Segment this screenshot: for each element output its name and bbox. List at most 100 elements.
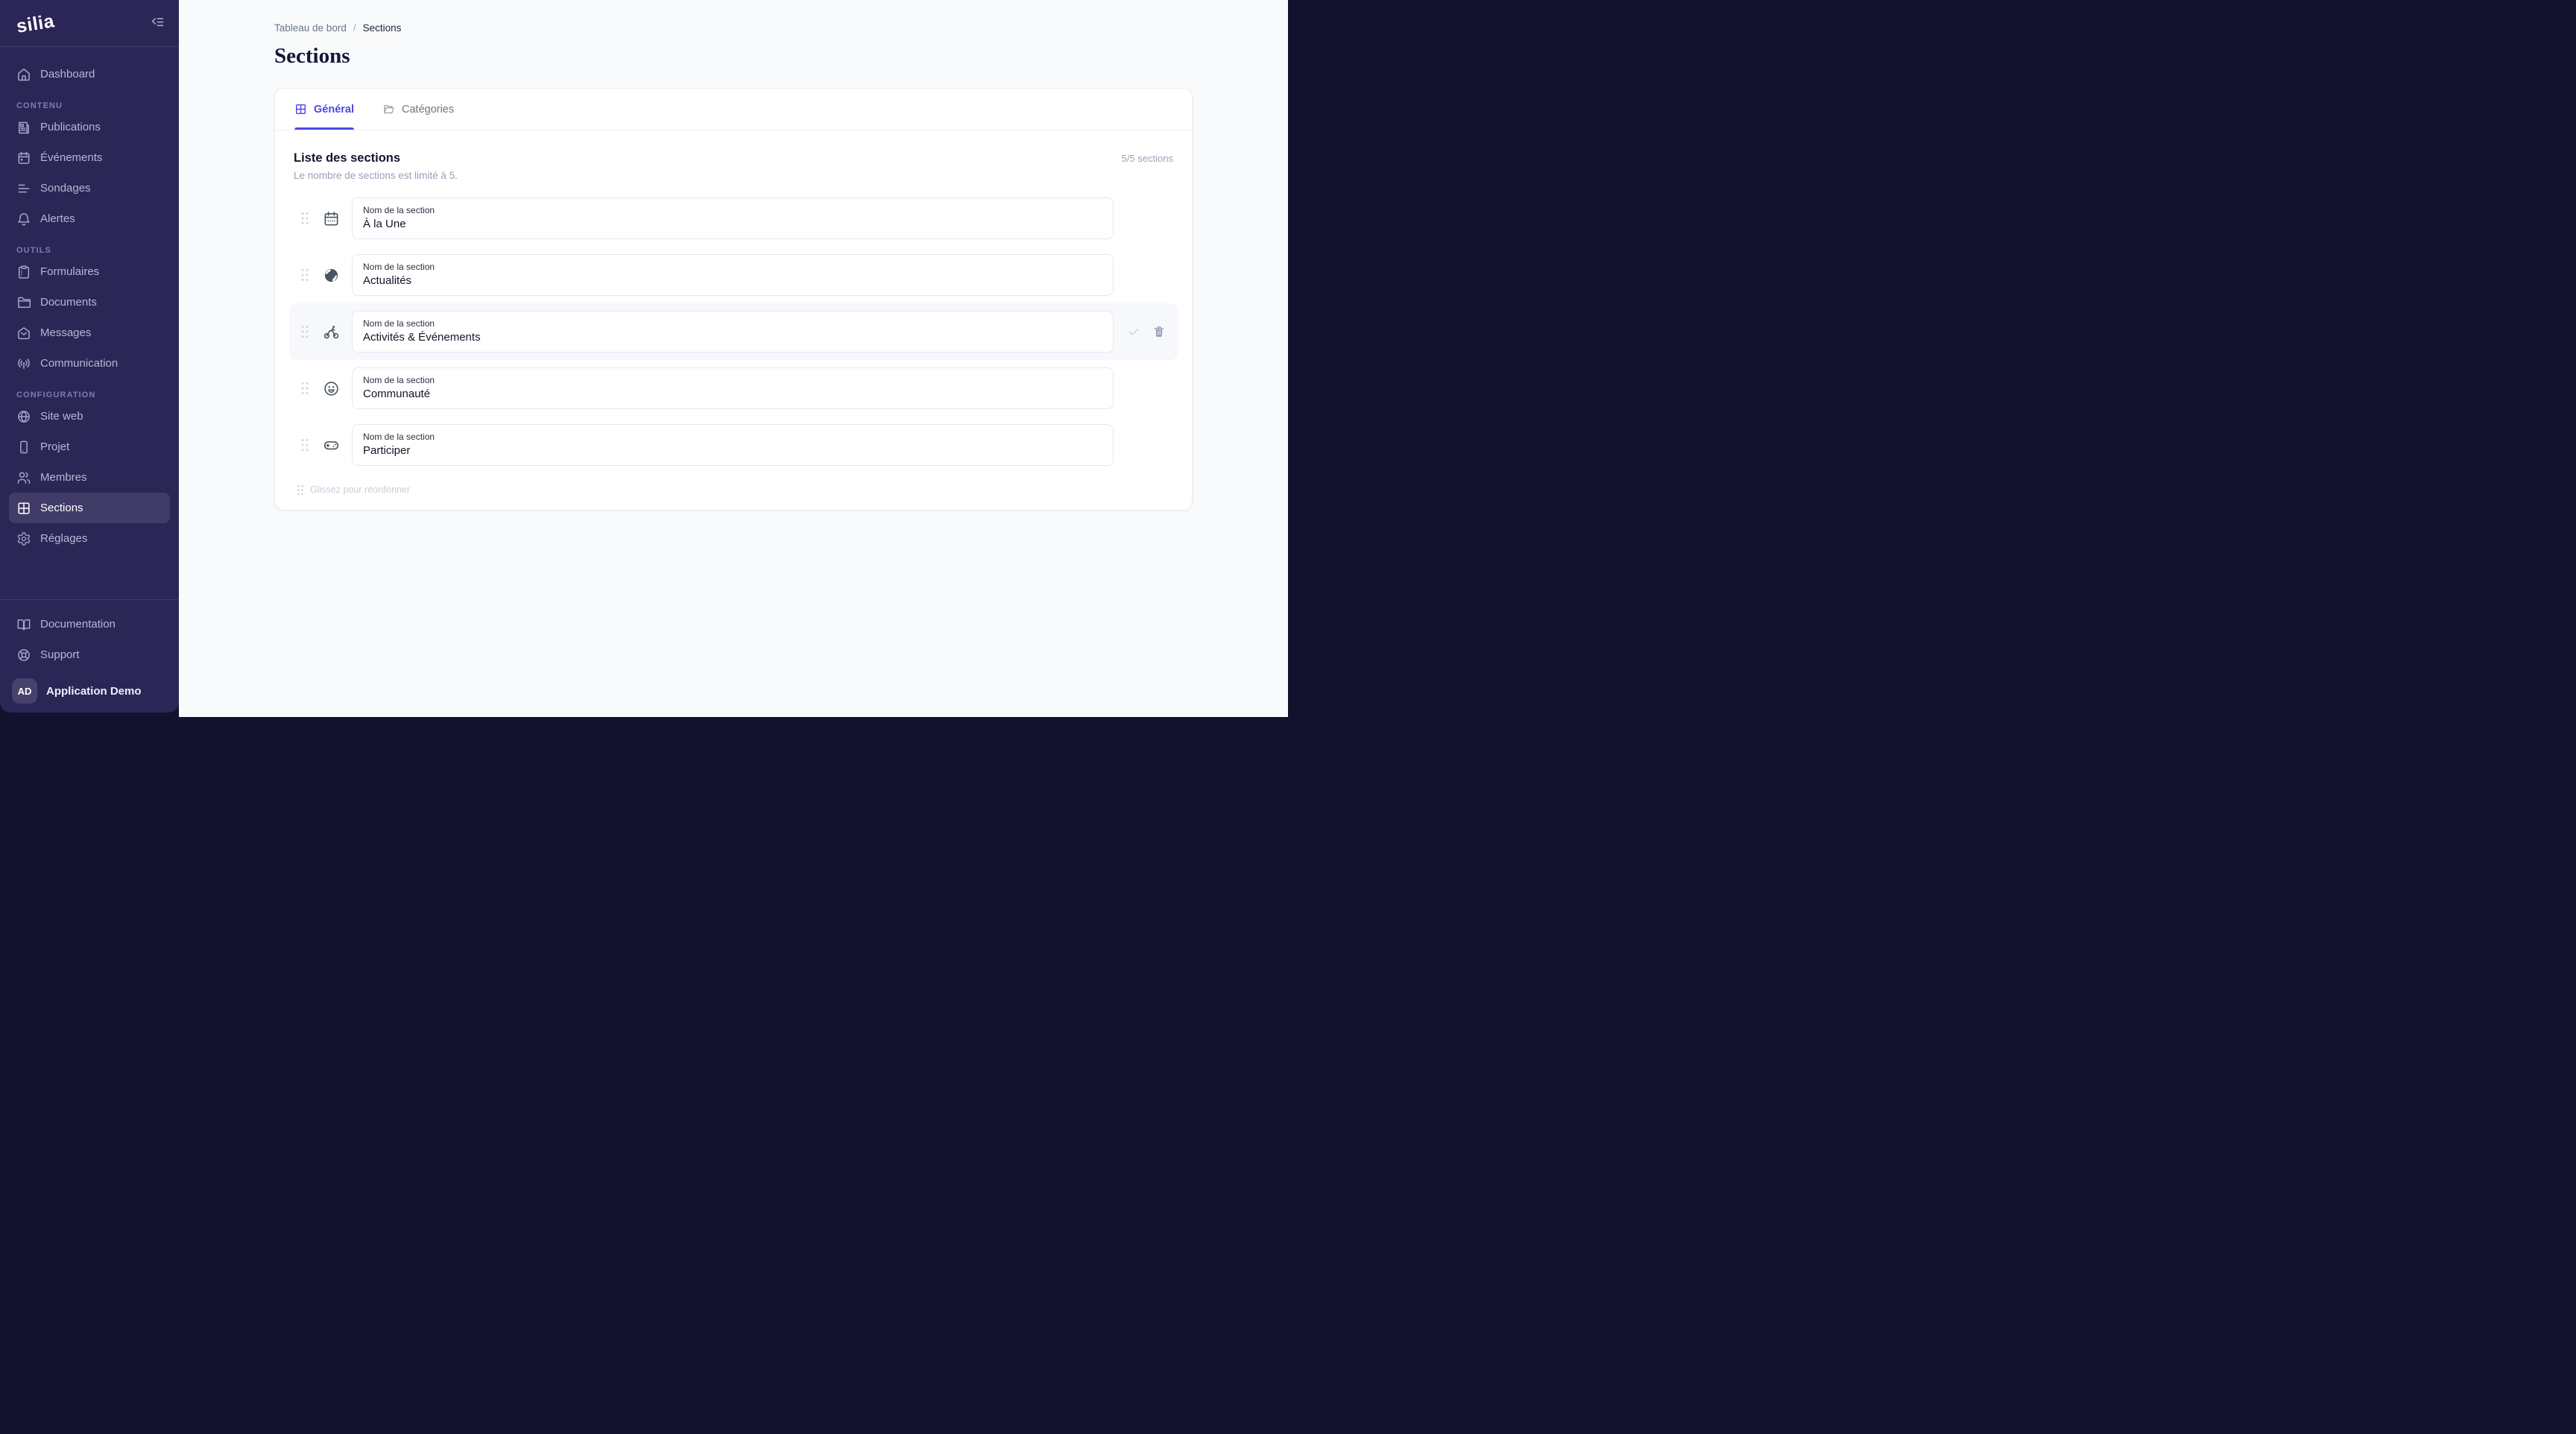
breadcrumb: Tableau de bord / Sections [274,0,1288,34]
sidebar-item-label: Dashboard [40,68,95,80]
section-row-highlighted: Nom de la section Activités & Événements [289,303,1178,360]
user-menu[interactable]: AD Application Demo [9,676,170,706]
calendar-icon [322,209,340,227]
row-actions [1114,325,1173,338]
sidebar-item-alertes[interactable]: Alertes [9,203,170,234]
sidebar-item-label: Réglages [40,532,87,545]
sidebar-item-label: Publications [40,121,101,133]
sections-list: Nom de la section À la Une Nom de la sec… [294,190,1173,473]
sidebar-nav: Dashboard CONTENU Publications Événement… [0,47,179,599]
sidebar-item-formulaires[interactable]: Formulaires [9,256,170,287]
sidebar-section-contenu: CONTENU [16,100,162,112]
field-value: Participer [363,444,1102,457]
reorder-hint: Glissez pour réordonner [296,484,1173,496]
sidebar-section-configuration: CONFIGURATION [16,389,162,401]
sidebar-item-label: Formulaires [40,265,99,278]
drag-handle-icon[interactable] [300,268,310,282]
earth-icon [322,266,340,284]
sidebar-item-reglages[interactable]: Réglages [9,523,170,554]
app-root: silia Dashboard CONTENU Publications Évé… [0,0,1288,717]
page-title: Sections [274,45,1288,67]
sidebar-item-publications[interactable]: Publications [9,112,170,142]
life-buoy-icon [16,648,31,663]
sidebar-item-documents[interactable]: Documents [9,287,170,318]
clipboard-icon [16,265,31,279]
field-label: Nom de la section [363,318,1102,329]
silia-logo: silia [15,10,56,38]
poll-lines-icon [16,181,31,196]
sidebar-item-communication[interactable]: Communication [9,348,170,379]
sidebar-section-outils: OUTILS [16,244,162,256]
sections-card: Général Catégories Liste des sections 5/… [274,88,1193,511]
confirm-icon[interactable] [1127,325,1140,338]
sidebar-item-label: Documents [40,296,97,309]
sidebar-item-sections[interactable]: Sections [9,493,170,523]
section-name-input[interactable]: Nom de la section Participer [352,424,1114,466]
section-name-input[interactable]: Nom de la section Activités & Événements [352,311,1114,353]
reorder-hint-text: Glissez pour réordonner [310,484,410,495]
drag-dots-icon [296,484,305,496]
sidebar-item-site-web[interactable]: Site web [9,401,170,432]
sidebar-item-label: Projet [40,440,69,453]
tab-general[interactable]: Général [294,89,354,130]
field-value: Activités & Événements [363,331,1102,344]
broadcast-icon [16,356,31,371]
sidebar-item-label: Documentation [40,618,116,631]
sidebar-item-label: Membres [40,471,87,484]
section-row: Nom de la section Actualités [289,247,1178,303]
users-icon [16,470,31,485]
sidebar-header: silia [0,0,179,47]
sidebar-item-evenements[interactable]: Événements [9,142,170,173]
sidebar-item-membres[interactable]: Membres [9,462,170,493]
newspaper-icon [16,120,31,135]
smiley-icon [322,379,340,397]
section-name-input[interactable]: Nom de la section Communauté [352,367,1114,409]
bell-icon [16,212,31,227]
calendar-icon [16,151,31,165]
collapse-sidebar-button[interactable] [149,15,165,31]
collapse-icon [149,15,165,31]
delete-icon[interactable] [1152,325,1166,338]
section-name-input[interactable]: Nom de la section À la Une [352,198,1114,239]
sidebar-item-documentation[interactable]: Documentation [9,609,170,639]
panel-header: Liste des sections 5/5 sections [294,151,1173,165]
section-row: Nom de la section Participer [289,417,1178,473]
field-label: Nom de la section [363,432,1102,442]
grid-icon [16,501,31,516]
user-name: Application Demo [46,685,142,698]
sidebar-item-messages[interactable]: Messages [9,318,170,348]
breadcrumb-dashboard-link[interactable]: Tableau de bord [274,22,347,34]
sidebar-item-support[interactable]: Support [9,639,170,670]
sidebar-item-label: Sections [40,502,83,514]
tab-categories[interactable]: Catégories [382,89,454,130]
breadcrumb-current: Sections [363,22,402,34]
field-label: Nom de la section [363,375,1102,385]
panel-title: Liste des sections [294,151,400,165]
tab-bar: Général Catégories [275,89,1192,130]
sidebar-item-label: Site web [40,410,83,423]
section-row: Nom de la section Communauté [289,360,1178,417]
sidebar-item-label: Alertes [40,212,75,225]
section-name-input[interactable]: Nom de la section Actualités [352,254,1114,296]
section-row: Nom de la section À la Une [289,190,1178,247]
drag-handle-icon[interactable] [300,324,310,339]
smartphone-icon [16,440,31,455]
sidebar-item-dashboard[interactable]: Dashboard [9,59,170,89]
bicycle-icon [322,323,340,341]
breadcrumb-separator: / [353,22,356,34]
field-value: Actualités [363,274,1102,287]
drag-handle-icon[interactable] [300,438,310,452]
sections-counter: 5/5 sections [1122,153,1173,164]
tab-label: Général [314,104,354,116]
sidebar-item-projet[interactable]: Projet [9,432,170,462]
drag-handle-icon[interactable] [300,381,310,396]
sidebar-item-sondages[interactable]: Sondages [9,173,170,203]
field-label: Nom de la section [363,205,1102,215]
folder-icon [16,295,31,310]
sidebar-item-label: Messages [40,326,91,339]
home-icon [16,67,31,82]
folder-open-icon [382,103,395,116]
field-value: À la Une [363,218,1102,230]
drag-handle-icon[interactable] [300,211,310,226]
main-content: Tableau de bord / Sections Sections Géné… [179,0,1288,717]
